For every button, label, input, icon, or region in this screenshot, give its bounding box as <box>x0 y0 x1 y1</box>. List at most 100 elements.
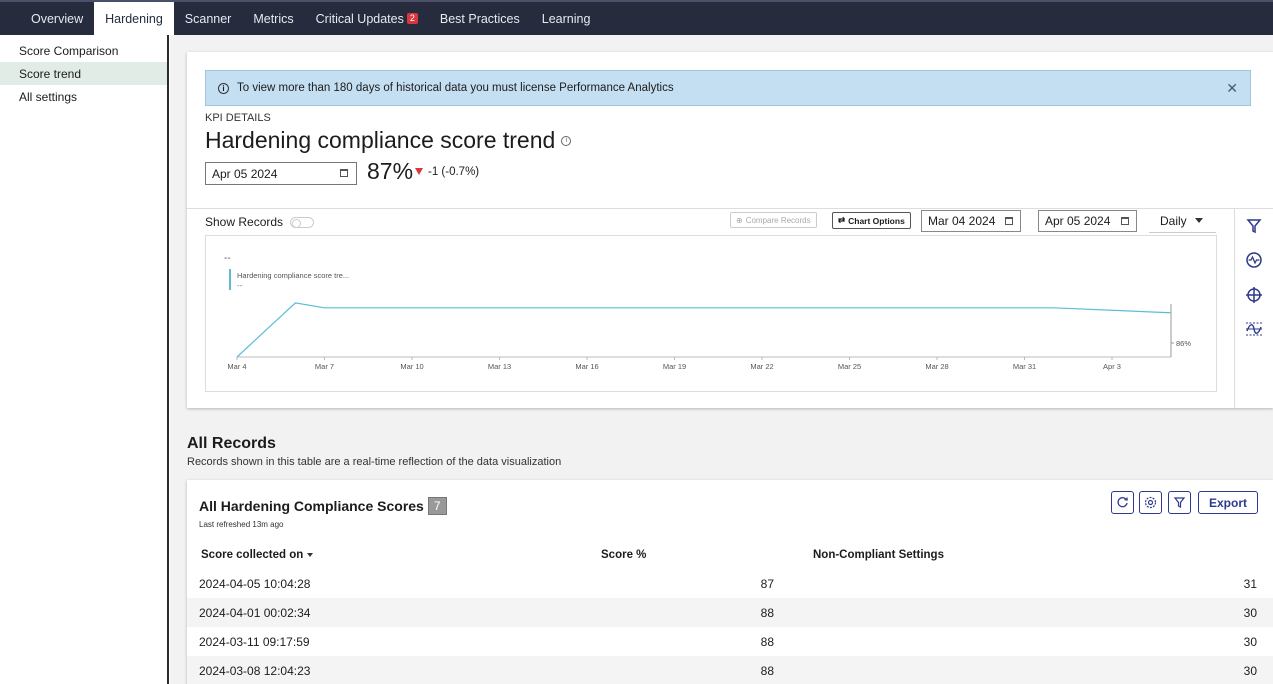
filter-icon <box>1173 497 1186 508</box>
tab-learning[interactable]: Learning <box>531 2 602 35</box>
refresh-button[interactable] <box>1111 491 1134 514</box>
table-title-row: All Hardening Compliance Scores 7 <box>199 497 447 515</box>
end-date-input[interactable]: Apr 05 2024 <box>1038 210 1137 232</box>
tab-label: Learning <box>541 11 591 26</box>
sidebar-item-label: Score trend <box>19 66 82 81</box>
refresh-icon <box>1117 497 1128 508</box>
kpi-title-row: Hardening compliance score trend i <box>205 127 572 154</box>
x-axis-tick-label: Mar 10 <box>400 362 423 371</box>
y-axis-tick-label: 86% <box>1176 339 1191 348</box>
show-records-toggle[interactable] <box>290 216 315 228</box>
tab-critical-updates[interactable]: Critical Updates 2 <box>305 2 429 35</box>
gear-icon <box>1144 496 1157 509</box>
calendar-icon[interactable] <box>340 169 348 177</box>
x-axis-tick-label: Mar 19 <box>663 362 686 371</box>
x-axis-tick-label: Mar 31 <box>1013 362 1036 371</box>
close-icon[interactable]: ✕ <box>1226 80 1238 97</box>
sidebar-item-score-comparison[interactable]: Score Comparison <box>0 39 167 62</box>
chart-side-tools <box>1234 208 1273 408</box>
sidebar: Score Comparison Score trend All setting… <box>0 35 169 684</box>
kpi-value: 87% <box>367 158 414 184</box>
compare-records-button[interactable]: ⊕ Compare Records <box>730 212 817 228</box>
records-subtitle: Records shown in this table are a real-t… <box>187 456 562 468</box>
filter-button[interactable] <box>1168 491 1191 514</box>
info-icon: i <box>218 82 229 94</box>
tab-label: Best Practices <box>439 11 520 26</box>
tab-label: Critical Updates <box>315 11 404 26</box>
sidebar-item-all-settings[interactable]: All settings <box>0 85 167 108</box>
cell-noncompliant: 30 <box>1243 606 1257 620</box>
start-date-input[interactable]: Mar 04 2024 <box>921 210 1021 232</box>
export-button[interactable]: Export <box>1198 491 1258 514</box>
x-axis-tick-label: Mar 22 <box>750 362 773 371</box>
table-row[interactable]: 2024-04-01 00:02:34 88 30 <box>187 598 1273 627</box>
table-title: All Hardening Compliance Scores <box>199 498 424 514</box>
column-header-date[interactable]: Score collected on <box>201 549 314 561</box>
cell-date: 2024-04-01 00:02:34 <box>199 606 311 620</box>
pulse-icon[interactable] <box>1245 251 1263 269</box>
cell-date: 2024-03-11 09:17:59 <box>199 635 310 649</box>
tab-label: Metrics <box>253 11 294 26</box>
calendar-icon[interactable] <box>1005 217 1013 225</box>
cell-score: 88 <box>760 606 774 620</box>
settings-button[interactable] <box>1139 491 1162 514</box>
x-axis-tick-label: Mar 28 <box>925 362 948 371</box>
table-row[interactable]: 2024-03-11 09:17:59 88 30 <box>187 627 1273 656</box>
x-axis-tick-label: Mar 16 <box>575 362 598 371</box>
tab-hardening[interactable]: Hardening <box>94 2 174 35</box>
x-axis-tick-label: Mar 7 <box>315 362 334 371</box>
series-line <box>236 302 1171 358</box>
threshold-icon[interactable] <box>1245 320 1263 338</box>
record-count-badge: 7 <box>427 497 447 515</box>
show-records-control: Show Records <box>205 215 315 229</box>
chart-options-button[interactable]: ⇄ Chart Options <box>832 212 911 229</box>
kpi-date-input[interactable]: Apr 05 2024 <box>205 162 357 185</box>
table-row[interactable]: 2024-04-05 10:04:28 87 31 <box>187 569 1273 598</box>
down-arrow-icon <box>415 168 423 175</box>
banner-text: To view more than 180 days of historical… <box>237 82 674 94</box>
crosshair-icon[interactable] <box>1245 286 1263 304</box>
tab-metrics[interactable]: Metrics <box>242 2 304 35</box>
legend-label: Hardening compliance score tre... <box>237 271 349 280</box>
main-content: i To view more than 180 days of historic… <box>170 35 1273 684</box>
cell-date: 2024-04-05 10:04:28 <box>199 577 311 591</box>
tab-best-practices[interactable]: Best Practices <box>429 2 531 35</box>
last-refreshed-text: Last refreshed 13m ago <box>199 520 284 529</box>
x-axis-tick-label: Mar 25 <box>838 362 861 371</box>
chevron-down-icon <box>1194 218 1203 223</box>
x-axis-tick-label: Apr 3 <box>1103 362 1121 371</box>
records-heading: All Records <box>187 435 276 452</box>
column-header-score[interactable]: Score % <box>601 549 646 561</box>
kpi-change: -1 (-0.7%) <box>428 166 480 178</box>
frequency-value: Daily <box>1160 213 1187 228</box>
cell-score: 88 <box>760 664 774 678</box>
trend-chart: -- Hardening compliance score tre... -- 86%… <box>205 235 1217 392</box>
table-row[interactable]: 2024-03-08 12:04:23 88 30 <box>187 656 1273 684</box>
calendar-icon[interactable] <box>1121 217 1129 225</box>
sliders-icon: ⇄ <box>838 215 846 225</box>
kpi-label: KPI DETAILS <box>205 112 271 124</box>
column-header-label: Score collected on <box>201 549 304 561</box>
critical-count-badge: 2 <box>406 13 418 24</box>
cell-noncompliant: 30 <box>1243 635 1257 649</box>
chart-options-label: Chart Options <box>848 215 905 226</box>
tab-scanner[interactable]: Scanner <box>174 2 243 35</box>
tab-overview[interactable]: Overview <box>20 2 94 35</box>
page-title: Hardening compliance score trend <box>205 127 556 153</box>
tab-label: Scanner <box>184 11 232 26</box>
kpi-date-value: Apr 05 2024 <box>212 166 278 181</box>
sidebar-item-label: Score Comparison <box>19 43 119 58</box>
chart-top-label: -- <box>224 253 231 264</box>
sidebar-item-label: All settings <box>19 89 78 104</box>
show-records-label: Show Records <box>205 215 284 229</box>
trend-chart-svg: --Hardening compliance score tre...--86%… <box>224 253 1191 371</box>
column-header-noncompliant[interactable]: Non-Compliant Settings <box>813 549 944 561</box>
tab-label: Hardening <box>105 11 163 26</box>
sidebar-item-score-trend[interactable]: Score trend <box>0 62 167 85</box>
top-nav: Overview Hardening Scanner Metrics Criti… <box>0 0 1273 35</box>
end-date-value: Apr 05 2024 <box>1045 214 1111 228</box>
x-axis-tick-label: Mar 4 <box>227 362 246 371</box>
filter-icon[interactable] <box>1245 217 1263 235</box>
info-icon[interactable]: i <box>561 135 572 146</box>
frequency-select[interactable]: Daily <box>1149 209 1216 233</box>
